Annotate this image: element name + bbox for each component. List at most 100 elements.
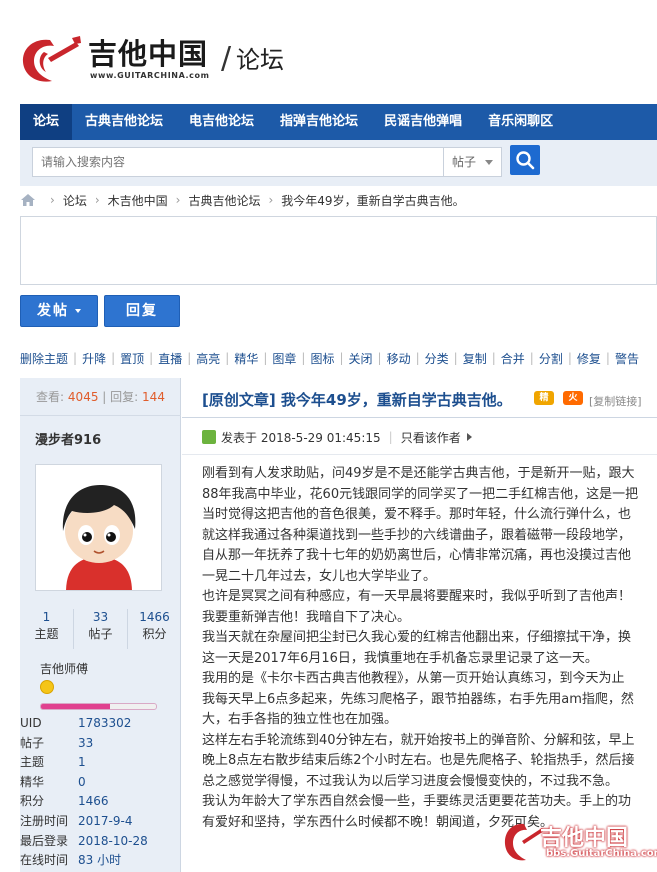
copy-link-button[interactable]: [复制链接] — [589, 393, 642, 409]
count-points-value: 1466 — [139, 610, 170, 624]
info-key: 精华 — [20, 774, 45, 789]
post-paragraph: 总之感觉学得慢，不过我认为以后学习进度会慢慢变快的，不过我不急。 — [202, 773, 619, 789]
info-row: UID 1783302 — [20, 714, 181, 734]
new-post-button[interactable]: 发帖 — [20, 295, 98, 327]
site-header: 吉他中国 www.GUITARCHINA.com / 论坛 — [0, 0, 657, 104]
post-title: [原创文章] 我今年49岁，重新自学古典吉他。 — [202, 391, 512, 409]
post-paragraph: 当时觉得这把吉他的音色很美，爱不释手。那时年轻，什么流行弹什么，也 — [202, 507, 632, 522]
info-value[interactable]: 1 — [78, 755, 86, 769]
info-row: 最后登录 2018-10-28 — [20, 832, 181, 852]
mod-merge[interactable]: 合并 — [501, 350, 525, 367]
author-rank: 吉他师傅 — [40, 662, 89, 676]
breadcrumb-classical[interactable]: 古典吉他论坛 — [188, 192, 260, 209]
mod-icon[interactable]: 图标 — [310, 350, 334, 367]
count-threads[interactable]: 1 主题 — [20, 609, 74, 649]
main-nav: 论坛 古典吉他论坛 电吉他论坛 指弹吉他论坛 民谣吉他弹唱 音乐闲聊区 — [20, 104, 657, 140]
count-points[interactable]: 1466 积分 — [128, 609, 181, 649]
breadcrumb-forum[interactable]: 论坛 — [63, 192, 87, 209]
post-meta: 发表于 2018-5-29 01:45:15 | 只看该作者 — [202, 429, 472, 445]
smiley-icon — [40, 680, 54, 694]
logo-name[interactable]: 吉他中国 — [88, 38, 208, 70]
mod-separator: | — [225, 351, 230, 365]
search-button[interactable] — [510, 145, 540, 175]
avatar[interactable] — [35, 464, 162, 591]
mod-sticky[interactable]: 置顶 — [120, 350, 144, 367]
nav-item-forum[interactable]: 论坛 — [20, 104, 73, 140]
post-paragraph: 这一天是2017年6月16日，我慎重地在手机备忘录里记录了这一天。 — [202, 650, 598, 666]
mod-separator: | — [377, 351, 382, 365]
reply-button[interactable]: 回复 — [104, 295, 180, 327]
breadcrumb-wood-guitar[interactable]: 木吉他中国 — [108, 192, 168, 209]
info-row: 主题 1 — [20, 753, 181, 773]
title-divider — [182, 417, 657, 418]
site-watermark: 吉他中国 bbs.GuitarChina.com — [502, 812, 657, 870]
logo-url: www.GUITARCHINA.com — [90, 71, 210, 80]
count-posts[interactable]: 33 帖子 — [74, 609, 128, 649]
mod-separator: | — [339, 351, 344, 365]
post-content: [原创文章] 我今年49岁，重新自学古典吉他。 精 火 [复制链接] 发表于 2… — [182, 378, 657, 872]
info-value[interactable]: 33 — [78, 736, 93, 750]
post-paragraph: 大，右手各指的独立性也在加强。 — [202, 712, 398, 727]
info-key: 主题 — [20, 755, 45, 770]
mod-repair[interactable]: 修复 — [577, 350, 601, 367]
mod-live[interactable]: 直播 — [158, 350, 182, 367]
post-date: 发表于 2018-5-29 01:45:15 — [221, 430, 381, 445]
author-sidebar: 查看: 4045 | 回复: 144 漫步者916 1 主题 33 帖子 146… — [20, 378, 181, 872]
chevron-down-icon — [485, 160, 493, 165]
mod-copy[interactable]: 复制 — [463, 350, 487, 367]
info-key: 在线时间 — [20, 853, 69, 868]
count-points-label: 积分 — [142, 627, 167, 641]
info-row: 精华 0 — [20, 773, 181, 793]
info-row: 注册时间 2017-9-4 — [20, 812, 181, 832]
nav-item-music-chat[interactable]: 音乐闲聊区 — [475, 104, 566, 140]
mod-warn[interactable]: 警告 — [615, 350, 639, 367]
nav-item-fingerstyle[interactable]: 指弹吉他论坛 — [267, 104, 371, 140]
mod-separator: | — [415, 351, 420, 365]
watermark-url: bbs.GuitarChina.com — [546, 848, 657, 859]
mod-separator: | — [187, 351, 192, 365]
search-input[interactable] — [32, 147, 463, 177]
author-info-list: UID 1783302 帖子 33 主题 1 精华 0 积分 1466 注册时间 2017-… — [20, 714, 181, 871]
nav-item-classical[interactable]: 古典吉他论坛 — [72, 104, 176, 140]
info-value[interactable]: 1466 — [78, 794, 109, 808]
post-paragraph: 就这样我通过各种渠道找到一些手抄的六线谱曲子，跟着磁带一段段地学， — [202, 527, 632, 543]
post-paragraph: 88年我高中毕业，花60元钱跟同学的同学买了一把二手红棉吉他，这是一把 — [202, 486, 639, 502]
mod-close[interactable]: 关闭 — [349, 350, 373, 367]
post-paragraph: 自从那一年抚养了我十七年的奶奶离世后，心情非常沉痛，再也没摸过吉他 — [202, 548, 632, 563]
mod-split[interactable]: 分割 — [539, 350, 563, 367]
hot-badge-icon: 火 — [563, 391, 583, 405]
author-counts: 1 主题 33 帖子 1466 积分 — [20, 609, 181, 649]
chevron-down-icon — [75, 309, 81, 313]
quick-reply-box[interactable] — [20, 216, 657, 285]
home-icon[interactable] — [20, 193, 36, 207]
views-count: 4045 — [67, 390, 99, 404]
mod-highlight[interactable]: 高亮 — [196, 350, 220, 367]
info-value[interactable]: 0 — [78, 775, 86, 789]
nav-item-folk[interactable]: 民谣吉他弹唱 — [371, 104, 475, 140]
search-scope-label: 帖子 — [452, 155, 477, 169]
post-paragraph: 我当天就在杂屋间把尘封已久我心爱的红棉吉他翻出来，仔细擦拭干净，换 — [202, 630, 632, 645]
mod-digest[interactable]: 精华 — [234, 350, 258, 367]
search-scope-select[interactable]: 帖子 — [443, 147, 502, 177]
mod-category[interactable]: 分类 — [425, 350, 449, 367]
author-name[interactable]: 漫步者916 — [35, 429, 101, 448]
mod-move[interactable]: 移动 — [387, 350, 411, 367]
guitar-logo-icon[interactable] — [20, 34, 82, 86]
nav-item-electric[interactable]: 电吉他论坛 — [176, 104, 267, 140]
post-paragraph: 我要重新弹吉他！我暗自下了决心。 — [202, 609, 411, 625]
mod-delete-thread[interactable]: 删除主题 — [20, 350, 68, 367]
new-post-label: 发帖 — [37, 303, 69, 319]
post-paragraph: 我认为年龄大了学东西自然会慢一些，手要练灵活更要花苦功夫。手上的功 — [202, 794, 632, 809]
info-value[interactable]: 1783302 — [78, 716, 131, 730]
search-icon — [516, 151, 535, 170]
post-paragraph: 也许是冥冥之间有种感应，有一天早晨将要醒来时，我似乎听到了吉他声！ — [202, 589, 632, 604]
mod-separator: | — [111, 351, 116, 365]
mod-stamp[interactable]: 图章 — [272, 350, 296, 367]
mod-bump[interactable]: 升降 — [82, 350, 106, 367]
info-row: 在线时间 83 小时 — [20, 851, 181, 871]
info-row: 帖子 33 — [20, 734, 181, 754]
info-value: 2017-9-4 — [78, 813, 133, 828]
post-paragraph: 刚看到有人发求助贴，问49岁是不是还能学古典吉他，于是新开一贴，跟大 — [202, 466, 635, 481]
only-author-link[interactable]: 只看该作者 — [401, 429, 461, 446]
post-body: 刚看到有人发求助贴，问49岁是不是还能学古典吉他，于是新开一贴，跟大 88年我高… — [202, 464, 657, 833]
